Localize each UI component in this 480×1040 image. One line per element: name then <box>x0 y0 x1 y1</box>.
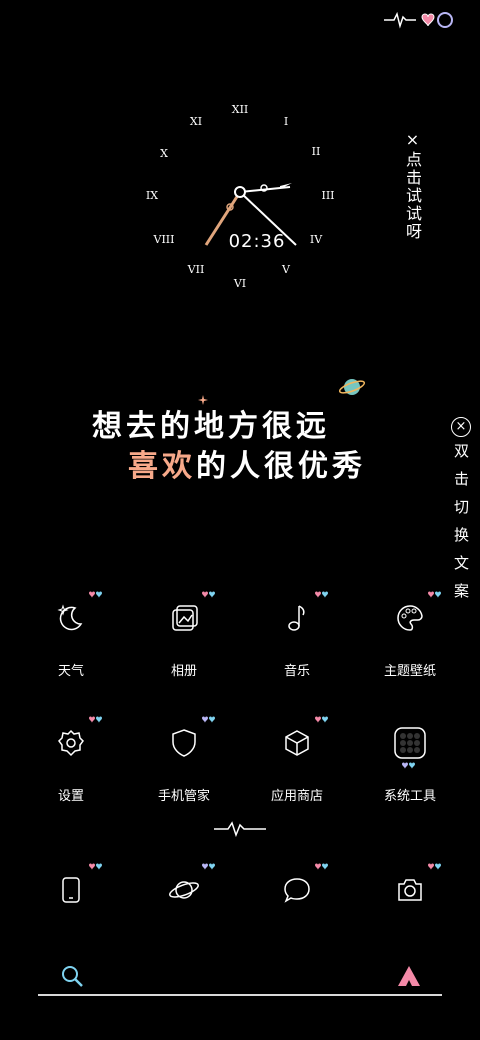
svg-text:VIII: VIII <box>153 233 175 246</box>
slogan-highlight: 喜欢 <box>128 449 196 484</box>
svg-text:II: II <box>312 145 321 158</box>
app-label: 主题壁纸 <box>383 664 436 679</box>
clock-face: XII I II III IV V VI VII VIII IX X XI <box>146 103 335 290</box>
ring-icon <box>437 12 453 28</box>
svg-text:I: I <box>284 115 288 128</box>
heartbeat-icon <box>384 11 416 29</box>
app-settings[interactable]: 设置 <box>15 716 127 837</box>
app-system-tools[interactable]: 系统工具 <box>354 727 466 837</box>
heart-icon <box>421 13 435 27</box>
palette-icon <box>394 602 426 634</box>
svg-text:VII: VII <box>187 263 205 276</box>
app-gallery[interactable]: 相册 <box>128 591 240 712</box>
clock-time: 02:36 <box>228 231 286 252</box>
slogan-line-1: 想去的地方很远 <box>92 409 330 444</box>
app-label: 手机管家 <box>157 789 210 804</box>
dock-phone[interactable] <box>15 863 127 914</box>
hearts-decoration <box>428 863 441 870</box>
app-theme[interactable]: 主题壁纸 <box>354 591 466 712</box>
hearts-decoration <box>202 716 215 723</box>
svg-text:XI: XI <box>190 115 202 128</box>
search-icon[interactable] <box>60 964 84 988</box>
app-weather[interactable]: 天气 <box>15 591 127 712</box>
side-hint-text: 双击切换文案 <box>452 443 470 611</box>
search-bar[interactable] <box>38 962 442 996</box>
status-icons <box>382 8 472 32</box>
music-note-icon <box>281 602 313 634</box>
app-label: 系统工具 <box>383 789 436 804</box>
gallery-icon <box>168 602 200 634</box>
svg-text:IV: IV <box>310 233 323 246</box>
svg-text:XII: XII <box>232 103 249 116</box>
hearts-decoration <box>315 863 328 870</box>
search-underline <box>38 994 442 996</box>
app-label: 应用商店 <box>270 789 323 804</box>
assistant-icon[interactable] <box>396 964 422 988</box>
message-icon <box>281 874 313 906</box>
svg-text:V: V <box>281 263 291 276</box>
app-music[interactable]: 音乐 <box>241 591 353 712</box>
dock-browser[interactable] <box>128 863 240 914</box>
heartbeat-icon <box>214 820 266 838</box>
clock-widget[interactable]: XII I II III IV V VI VII VIII IX X XI 02… <box>130 95 350 295</box>
hearts-decoration <box>89 863 102 870</box>
slogan-rest: 的人很优秀 <box>196 449 366 484</box>
hearts-decoration <box>202 591 215 598</box>
slogan-line-2: 喜欢的人很优秀 <box>128 441 366 485</box>
close-icon[interactable]: × <box>451 417 471 437</box>
shield-icon <box>168 727 200 759</box>
hearts-decoration <box>89 716 102 723</box>
planet-sticker-icon <box>338 379 366 395</box>
app-label: 相册 <box>170 664 197 679</box>
hearts-decoration <box>315 716 328 723</box>
svg-text:VI: VI <box>233 277 246 290</box>
phone-icon <box>55 874 87 906</box>
app-label: 音乐 <box>283 664 310 679</box>
svg-text:IX: IX <box>146 189 158 202</box>
svg-text:X: X <box>160 147 168 160</box>
hearts-decoration <box>89 591 102 598</box>
hearts-decoration <box>428 591 441 598</box>
sparkle-icon <box>198 395 208 405</box>
moon-star-icon <box>55 602 87 634</box>
hearts-decoration <box>315 591 328 598</box>
hearts-decoration <box>402 762 415 769</box>
svg-text:III: III <box>321 189 334 202</box>
cube-icon <box>281 727 313 759</box>
gear-icon <box>55 727 87 759</box>
slogan-widget[interactable]: 想去的地方很远 喜欢的人很优秀 <box>88 379 418 485</box>
app-label: 天气 <box>57 664 84 679</box>
camera-icon <box>394 874 426 906</box>
dock-messages[interactable] <box>241 863 353 914</box>
app-label: 设置 <box>57 789 84 804</box>
hearts-decoration <box>202 863 215 870</box>
planet-icon <box>168 874 200 906</box>
dock-camera[interactable] <box>354 863 466 914</box>
folder-icon <box>394 727 426 759</box>
tap-hint-text[interactable]: ×点击试试呀 <box>398 130 426 250</box>
